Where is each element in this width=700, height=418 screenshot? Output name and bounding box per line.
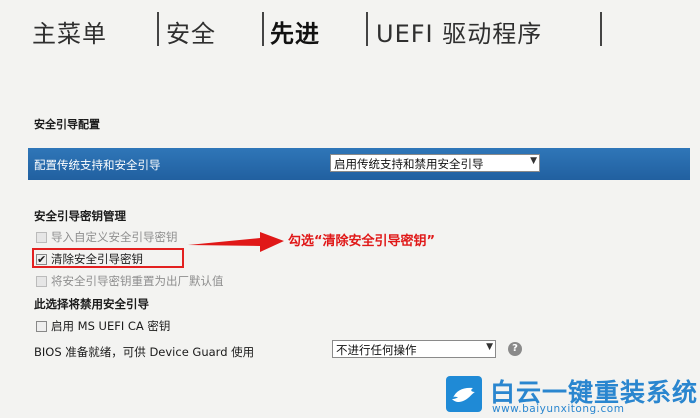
device-guard-label: BIOS 准备就绪，可供 Device Guard 使用	[34, 345, 255, 359]
tab-separator	[366, 12, 368, 46]
tab-main-menu[interactable]: 主菜单	[32, 14, 107, 49]
config-legacy-secure-boot-label: 配置传统支持和安全引导	[34, 158, 161, 172]
tab-separator	[600, 12, 602, 46]
checkbox-unchecked-icon[interactable]	[36, 231, 47, 243]
watermark: 白云一键重装系统 www.baiyunxitong.com	[446, 374, 697, 416]
ms-uefi-ca-option[interactable]: 启用 MS UEFI CA 密钥	[36, 318, 170, 334]
import-custom-keys-option[interactable]: 导入自定义安全引导密钥	[36, 229, 178, 245]
help-icon[interactable]: ?	[508, 342, 522, 356]
reset-keys-factory-option[interactable]: 将安全引导密钥重置为出厂默认值	[36, 273, 224, 289]
red-arrow-icon	[188, 232, 284, 252]
checkbox-unchecked-icon[interactable]	[36, 320, 47, 332]
tab-uefi-drivers[interactable]: UEFI 驱动程序	[376, 14, 542, 49]
import-custom-keys-label: 导入自定义安全引导密钥	[51, 230, 178, 244]
config-legacy-secure-boot-row[interactable]: 配置传统支持和安全引导 启用传统支持和禁用安全引导 ▼	[28, 148, 690, 180]
config-legacy-secure-boot-select[interactable]: 启用传统支持和禁用安全引导 ▼	[330, 154, 540, 172]
watermark-url: www.baiyunxitong.com	[492, 403, 625, 415]
disable-secure-boot-note-text: 此选择将禁用安全引导	[34, 297, 149, 311]
ms-uefi-ca-label: 启用 MS UEFI CA 密钥	[51, 319, 171, 333]
device-guard-select[interactable]: 不进行任何操作 ▼	[332, 340, 496, 358]
tab-advanced[interactable]: 先进	[270, 14, 320, 49]
tab-separator	[157, 12, 159, 46]
chevron-down-icon: ▼	[486, 342, 493, 352]
tab-security[interactable]: 安全	[166, 14, 216, 49]
highlight-box	[32, 248, 184, 268]
device-guard-row: BIOS 准备就绪，可供 Device Guard 使用	[34, 344, 254, 360]
bird-logo-icon	[446, 376, 482, 412]
chevron-down-icon: ▼	[530, 156, 537, 166]
disable-secure-boot-note: 此选择将禁用安全引导	[34, 296, 149, 312]
tab-bar: 主菜单 安全 先进 UEFI 驱动程序	[0, 0, 700, 52]
reset-keys-factory-label: 将安全引导密钥重置为出厂默认值	[51, 274, 224, 288]
annotation-text: 勾选“清除安全引导密钥”	[288, 234, 436, 249]
config-legacy-secure-boot-value: 启用传统支持和禁用安全引导	[334, 157, 484, 171]
key-management-title: 安全引导密钥管理	[34, 209, 126, 223]
checkbox-unchecked-icon[interactable]	[36, 275, 47, 287]
device-guard-value: 不进行任何操作	[336, 343, 417, 357]
section-title: 安全引导配置	[34, 118, 100, 131]
tab-separator	[262, 12, 264, 46]
